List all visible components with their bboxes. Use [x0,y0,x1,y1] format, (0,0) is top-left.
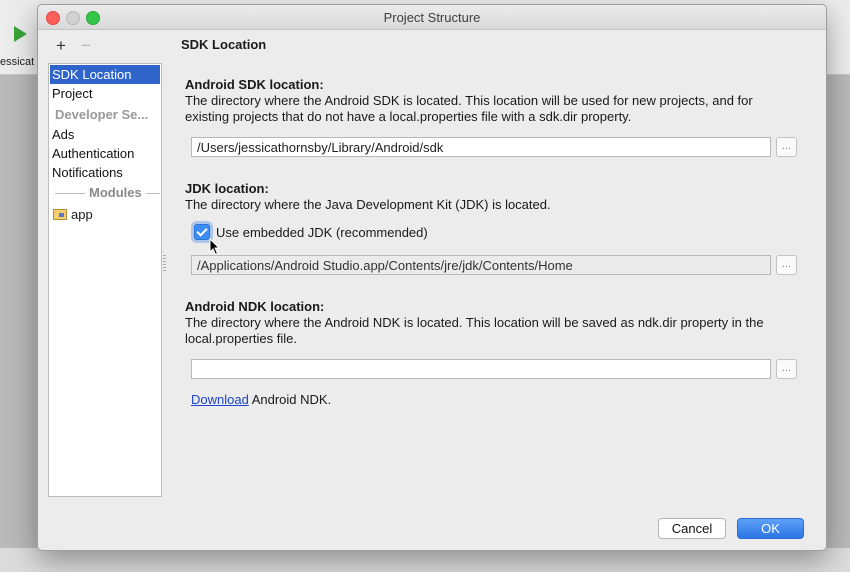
ide-breadcrumb: essicat [0,56,35,68]
android-ndk-heading: Android NDK location: [185,299,325,314]
add-button[interactable]: + [56,36,66,56]
android-ndk-description: The directory where the Android NDK is l… [185,315,764,346]
download-ndk-suffix: Android NDK. [248,392,332,407]
separator-line [55,193,85,194]
page-title: SDK Location [181,37,267,52]
module-folder-icon [53,209,67,220]
run-icon[interactable] [14,26,27,42]
jdk-description: The directory where the Java Development… [185,197,551,212]
module-label: app [71,207,93,222]
download-ndk-line: Download Android NDK. [191,392,331,407]
remove-button[interactable]: − [81,36,91,56]
jdk-browse-button[interactable]: ... [776,255,797,275]
separator-line [146,193,160,194]
sidebar-item-project[interactable]: Project [50,84,160,103]
embedded-jdk-checkbox[interactable] [194,224,210,240]
download-ndk-link[interactable]: Download [191,392,249,407]
modules-separator: Modules [49,185,161,201]
sidebar-item-app[interactable]: app [53,205,93,224]
ok-button[interactable]: OK [737,518,804,539]
android-ndk-path-input[interactable] [191,359,771,379]
project-structure-dialog: Project Structure + − SDK Location Proje… [37,4,827,551]
sidebar-item-sdk-location[interactable]: SDK Location [50,65,160,84]
sidebar-group-developer-services: Developer Se... [55,107,149,122]
cancel-button[interactable]: Cancel [658,518,726,539]
window-title: Project Structure [383,10,481,25]
sidebar-item-ads[interactable]: Ads [50,125,160,144]
modules-label: Modules [89,185,142,200]
android-sdk-heading: Android SDK location: [185,77,324,92]
sidebar-item-notifications[interactable]: Notifications [50,163,160,182]
sidebar: SDK Location Project Developer Se... Ads… [48,63,162,497]
sidebar-item-authentication[interactable]: Authentication [50,144,160,163]
ide-status-area [0,548,850,572]
embedded-jdk-label[interactable]: Use embedded JDK (recommended) [216,225,428,240]
jdk-heading: JDK location: [185,181,269,196]
android-sdk-description: The directory where the Android SDK is l… [185,93,753,124]
mouse-cursor-icon [209,238,221,256]
jdk-path-input [191,255,771,275]
splitter-handle[interactable] [163,255,166,273]
title-bar: Project Structure [38,5,826,30]
android-sdk-path-input[interactable] [191,137,771,157]
android-ndk-browse-button[interactable]: ... [776,359,797,379]
android-sdk-browse-button[interactable]: ... [776,137,797,157]
